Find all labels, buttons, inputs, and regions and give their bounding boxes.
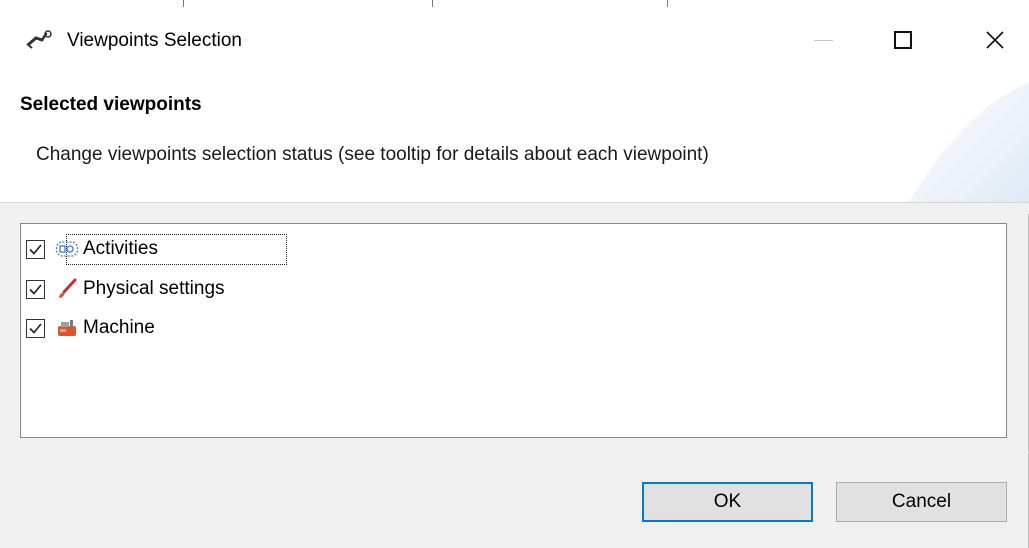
- viewpoint-label: Activities: [83, 238, 158, 259]
- checkmark-icon: [29, 283, 42, 295]
- close-button[interactable]: [972, 12, 1018, 68]
- header-description: Change viewpoints selection status (see …: [36, 144, 709, 165]
- close-icon: [986, 31, 1004, 49]
- viewpoint-label: Physical settings: [83, 278, 225, 299]
- checkmark-icon: [29, 322, 42, 334]
- title-bar[interactable]: Viewpoints Selection: [0, 0, 1029, 82]
- frame-tick: [432, 0, 433, 7]
- viewpoint-item-activities[interactable]: Activities: [26, 233, 158, 265]
- header-separator: [0, 202, 1029, 214]
- header-banner-decoration: [909, 82, 1029, 202]
- viewpoint-item-machine[interactable]: Machine: [26, 312, 155, 344]
- robot-arm-icon: [26, 30, 56, 50]
- viewpoint-item-physical-settings[interactable]: Physical settings: [26, 273, 225, 305]
- viewpoints-selection-dialog: Viewpoints Selection Selected viewpoints…: [0, 0, 1029, 548]
- ok-button[interactable]: OK: [642, 482, 813, 522]
- viewpoint-checkbox-activities[interactable]: [26, 239, 45, 259]
- footer-separator: [0, 452, 1029, 453]
- dialog-header: Selected viewpoints Change viewpoints se…: [0, 82, 1029, 202]
- cancel-button[interactable]: Cancel: [836, 482, 1007, 522]
- activities-icon: [55, 238, 79, 260]
- frame-tick: [667, 0, 668, 7]
- checkmark-icon: [29, 243, 42, 255]
- brush-icon: [55, 278, 79, 300]
- maximize-icon: [894, 31, 912, 49]
- viewpoint-checkbox-physical-settings[interactable]: [26, 279, 45, 299]
- window-title: Viewpoints Selection: [67, 30, 242, 51]
- minimize-button[interactable]: [800, 12, 846, 68]
- viewpoint-label: Machine: [83, 317, 155, 338]
- header-title: Selected viewpoints: [20, 94, 202, 115]
- viewpoint-checkbox-machine[interactable]: [26, 318, 45, 338]
- viewpoints-list[interactable]: Activities Physical settings Machine: [20, 223, 1007, 438]
- maximize-button[interactable]: [880, 12, 926, 68]
- minimize-icon: [813, 39, 833, 41]
- machine-icon: [55, 317, 79, 339]
- frame-tick: [183, 0, 184, 7]
